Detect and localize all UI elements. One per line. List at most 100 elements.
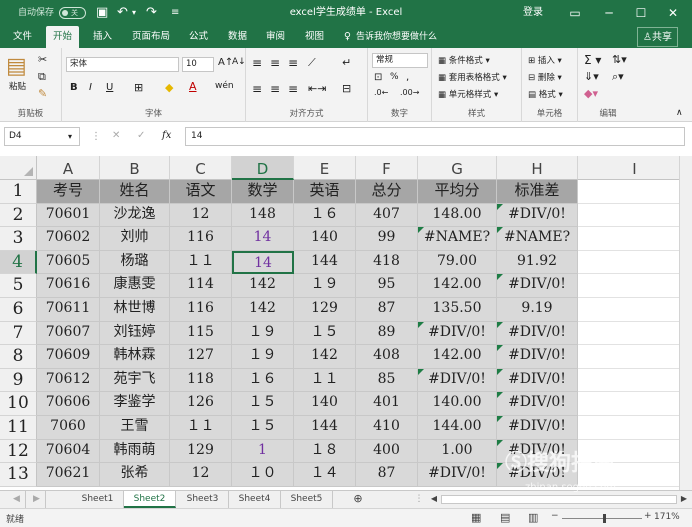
row-header-7[interactable]: 7 xyxy=(0,321,37,346)
normal-view-icon[interactable]: ▦ xyxy=(471,511,481,524)
align-right-icon[interactable]: ≡ xyxy=(288,82,298,96)
ribbon-display-icon[interactable]: ▭ xyxy=(562,0,588,26)
table-cell[interactable]: 116 xyxy=(170,298,232,322)
page-layout-view-icon[interactable]: ▤ xyxy=(500,511,510,524)
table-header-cell[interactable]: 总分 xyxy=(356,180,418,204)
table-cell[interactable]: 70611 xyxy=(37,298,100,322)
empty-cell[interactable] xyxy=(578,250,692,275)
table-cell[interactable]: 400 xyxy=(356,439,418,464)
phonetic-icon[interactable]: wén xyxy=(215,81,234,91)
table-cell[interactable]: 7060 xyxy=(37,416,100,440)
table-cell[interactable]: 9.19 xyxy=(497,298,578,322)
table-cell[interactable]: １６ xyxy=(294,203,356,228)
row-header-12[interactable]: 12 xyxy=(0,439,37,464)
delete-cells-button[interactable]: ⊟ 删除 ▾ xyxy=(528,71,562,83)
sheet-tab-sheet5[interactable]: Sheet5 xyxy=(281,491,333,508)
fill-icon[interactable]: ⇓▾ xyxy=(584,70,599,83)
table-cell[interactable]: 89 xyxy=(356,321,418,346)
table-cell[interactable]: 70601 xyxy=(37,203,100,228)
table-header-cell[interactable]: 语文 xyxy=(170,180,232,204)
cell-styles-button[interactable]: ▦ 单元格样式 ▾ xyxy=(438,88,498,100)
row-header-9[interactable]: 9 xyxy=(0,368,37,393)
format-painter-icon[interactable]: ✎ xyxy=(38,87,47,100)
wrap-text-icon[interactable]: ↵ xyxy=(342,56,351,69)
tab-splitter-icon[interactable]: ⋮ xyxy=(412,491,426,508)
table-cell[interactable]: #DIV/0! xyxy=(497,203,578,228)
table-cell[interactable]: 康惠雯 xyxy=(100,274,170,298)
name-box-dropdown-icon[interactable]: ▾ xyxy=(68,132,72,141)
align-top-icon[interactable]: ≡ xyxy=(252,56,262,70)
table-cell[interactable]: 410 xyxy=(356,416,418,440)
comma-icon[interactable]: , xyxy=(406,72,409,83)
table-cell[interactable]: 144 xyxy=(294,416,356,440)
table-cell[interactable]: 韩雨萌 xyxy=(100,439,170,464)
table-cell[interactable]: 14 xyxy=(232,250,294,275)
sheet-tab-sheet2[interactable]: Sheet2 xyxy=(124,491,176,508)
empty-cell[interactable] xyxy=(578,345,692,369)
row-header-1[interactable]: 1 xyxy=(0,180,37,204)
scroll-sheets-left-icon[interactable]: ◀ xyxy=(8,491,26,508)
table-cell[interactable]: 70616 xyxy=(37,274,100,298)
table-cell[interactable]: 418 xyxy=(356,250,418,275)
table-cell[interactable]: 116 xyxy=(170,227,232,251)
table-cell[interactable]: 142 xyxy=(232,298,294,322)
table-cell[interactable]: 142 xyxy=(232,274,294,298)
vertical-scrollbar[interactable] xyxy=(679,156,692,490)
column-header-d[interactable]: D xyxy=(232,156,294,180)
table-cell[interactable]: 126 xyxy=(170,392,232,416)
format-cells-button[interactable]: ▤ 格式 ▾ xyxy=(528,88,563,100)
zoom-in-icon[interactable]: + xyxy=(644,511,652,521)
row-header-13[interactable]: 13 xyxy=(0,463,37,487)
table-cell[interactable]: 1.00 xyxy=(418,439,497,464)
underline-icon[interactable]: U xyxy=(106,82,113,93)
table-cell[interactable]: 129 xyxy=(294,298,356,322)
login-button[interactable]: 登录 xyxy=(523,0,543,26)
enter-icon[interactable]: ✓ xyxy=(137,130,145,141)
table-cell[interactable]: １５ xyxy=(294,321,356,346)
table-cell[interactable]: 林世博 xyxy=(100,298,170,322)
fill-color-icon[interactable]: ◆ xyxy=(165,81,173,94)
empty-cell[interactable] xyxy=(578,392,692,416)
table-cell[interactable]: 148 xyxy=(232,203,294,228)
table-cell[interactable]: #DIV/0! xyxy=(497,416,578,440)
column-header-g[interactable]: G xyxy=(418,156,497,180)
page-break-view-icon[interactable]: ▥ xyxy=(528,511,538,524)
table-cell[interactable]: 401 xyxy=(356,392,418,416)
orientation-icon[interactable]: ⟋ xyxy=(308,56,316,70)
table-header-cell[interactable]: 平均分 xyxy=(418,180,497,204)
tab-home[interactable]: 开始 xyxy=(46,26,80,48)
increase-decimal-icon[interactable]: .0← xyxy=(374,88,388,97)
copy-icon[interactable]: ⧉ xyxy=(38,70,46,84)
paste-button[interactable]: 粘贴 xyxy=(9,80,26,92)
font-size-select[interactable]: 10 xyxy=(182,57,214,72)
row-header-5[interactable]: 5 xyxy=(0,274,37,298)
table-cell[interactable]: #NAME? xyxy=(497,227,578,251)
table-cell[interactable]: １９ xyxy=(232,345,294,369)
insert-cells-button[interactable]: ⊞ 插入 ▾ xyxy=(528,54,562,66)
empty-cell[interactable] xyxy=(578,274,692,298)
table-cell[interactable]: 王雪 xyxy=(100,416,170,440)
table-cell[interactable]: 142.00 xyxy=(418,345,497,369)
table-cell[interactable]: 70607 xyxy=(37,321,100,346)
table-cell[interactable]: 144 xyxy=(294,250,356,275)
table-cell[interactable]: １０ xyxy=(232,463,294,487)
table-cell[interactable]: 135.50 xyxy=(418,298,497,322)
find-select-icon[interactable]: ⌕▾ xyxy=(612,70,624,84)
table-cell[interactable]: #DIV/0! xyxy=(418,368,497,393)
empty-cell[interactable] xyxy=(578,227,692,251)
table-cell[interactable]: １５ xyxy=(232,416,294,440)
clear-icon[interactable]: ◆▾ xyxy=(584,87,598,100)
table-cell[interactable]: 140 xyxy=(294,227,356,251)
table-cell[interactable]: #DIV/0! xyxy=(497,274,578,298)
italic-icon[interactable]: I xyxy=(89,82,92,93)
column-header-h[interactable]: H xyxy=(497,156,578,180)
merge-center-icon[interactable]: ⊟ xyxy=(342,82,351,95)
table-cell[interactable]: #DIV/0! xyxy=(497,345,578,369)
table-cell[interactable]: 87 xyxy=(356,298,418,322)
empty-cell[interactable] xyxy=(578,180,692,204)
table-cell[interactable]: 114 xyxy=(170,274,232,298)
table-header-cell[interactable]: 英语 xyxy=(294,180,356,204)
align-bottom-icon[interactable]: ≡ xyxy=(288,56,298,70)
row-header-2[interactable]: 2 xyxy=(0,203,37,228)
table-cell[interactable]: 李鉴学 xyxy=(100,392,170,416)
